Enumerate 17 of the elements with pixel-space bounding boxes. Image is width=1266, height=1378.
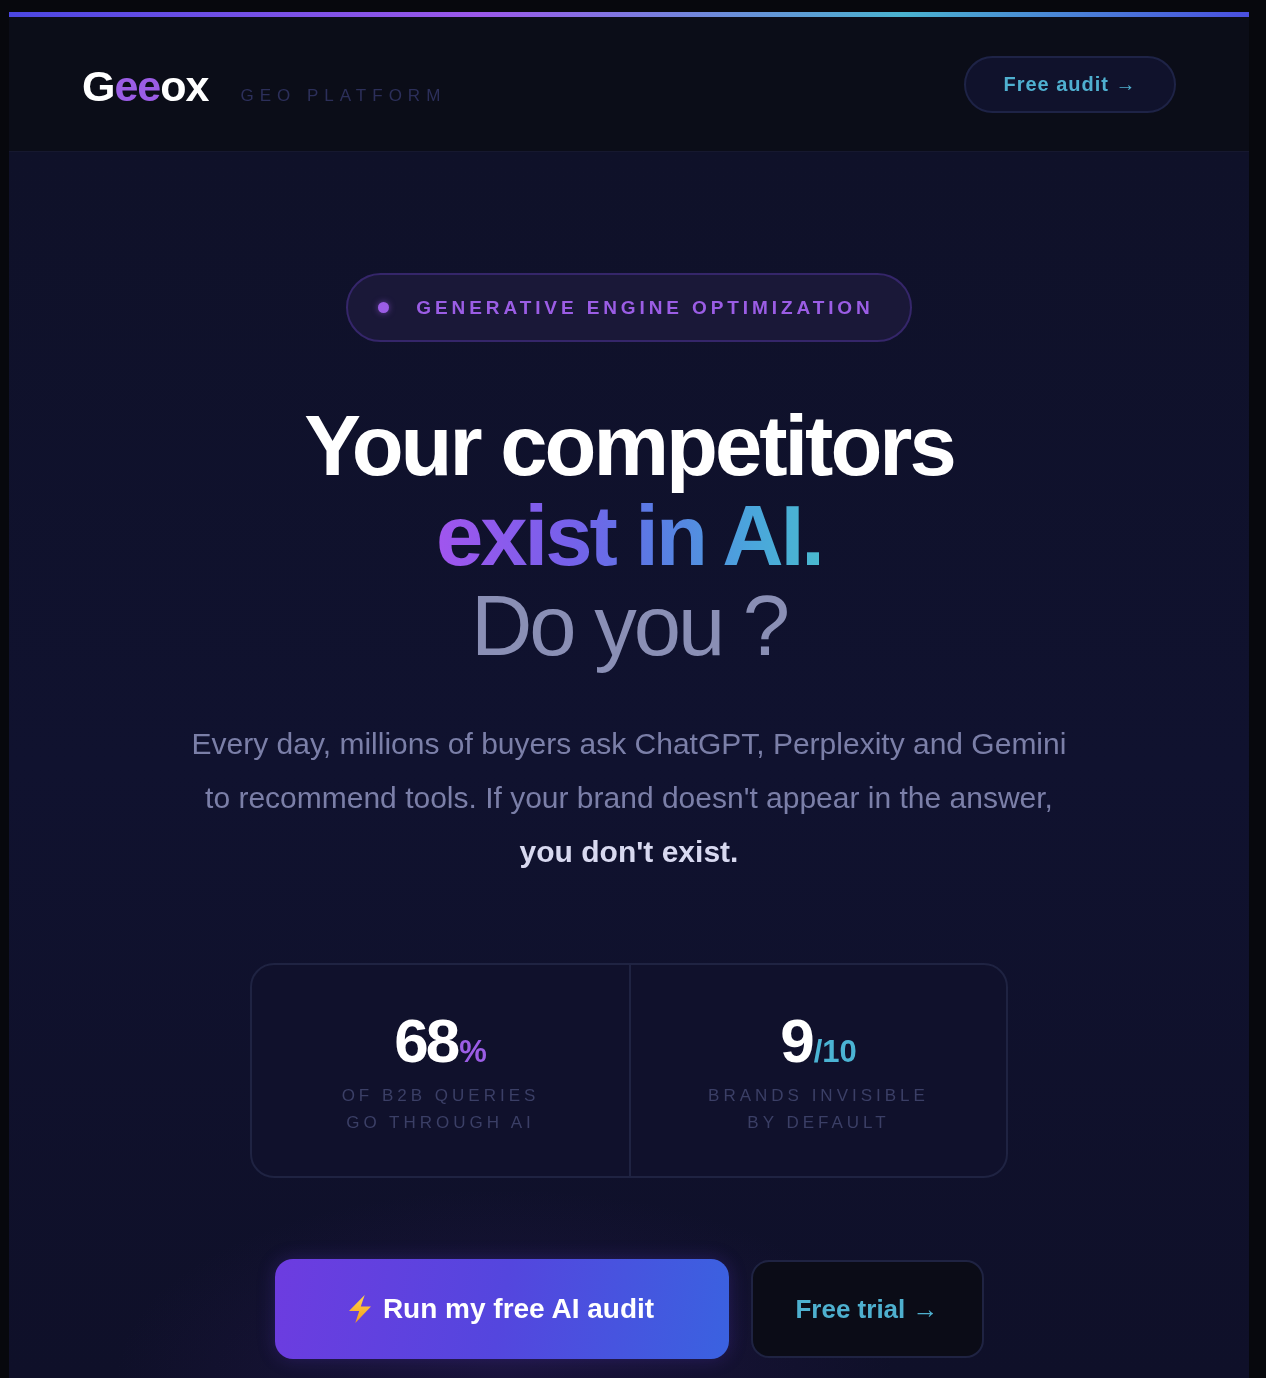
lightning-bolt-icon	[348, 1295, 371, 1323]
stat-number: 68	[394, 1010, 458, 1072]
free-trial-button[interactable]: Free trial →	[750, 1260, 984, 1358]
badge-text: GENERATIVE ENGINE OPTIMIZATION	[416, 296, 874, 319]
stat-label: OF B2B QUERIES GO THROUGH AI	[340, 1085, 541, 1134]
stat-label: BRANDS INVISIBLE BY DEFAULT	[707, 1085, 930, 1134]
free-audit-button[interactable]: Free audit →	[964, 55, 1176, 113]
tagline: GEO PLATFORM	[240, 85, 447, 106]
headline-text: Your competitors	[304, 401, 954, 491]
stat-unit: /10	[813, 1033, 857, 1071]
logo[interactable]: Geeox	[82, 64, 209, 108]
headline-question: Do you ?	[470, 581, 788, 671]
stat-unit: %	[459, 1033, 487, 1071]
dot-icon	[378, 302, 390, 313]
intro-paragraph: Every day, millions of buyers ask ChatGPT, Perplexity and Gemini to recommend tools. If your brand doesn't appear in the answer, you don't exist.	[190, 726, 1068, 870]
stat-number: 9	[780, 1010, 812, 1072]
run-audit-button[interactable]: Run my free AI audit	[274, 1259, 729, 1359]
